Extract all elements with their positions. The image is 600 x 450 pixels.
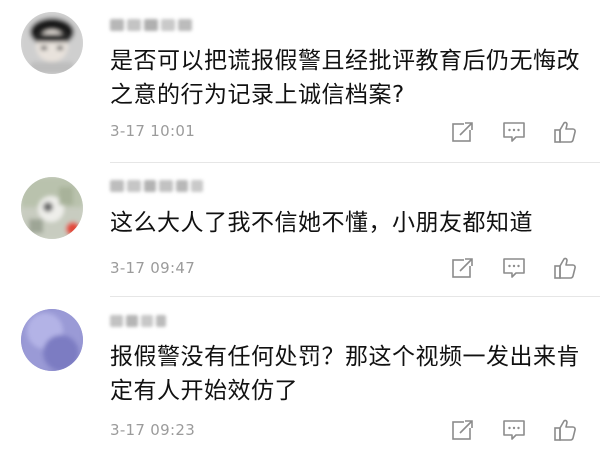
like-button[interactable] [551,255,579,281]
username-blurred[interactable] [110,313,166,328]
reply-button[interactable] [500,119,528,145]
share-button[interactable] [449,417,477,443]
comment-icon [503,122,525,142]
share-icon [452,420,474,440]
share-icon [452,122,474,142]
comment-text: 报假警没有任何处罚？那这个视频一发出来肯定有人开始效仿了 [110,344,580,404]
share-button[interactable] [449,255,477,281]
comment-timestamp: 3-17 10:01 [110,122,196,140]
reply-button[interactable] [500,255,528,281]
reply-button[interactable] [500,417,528,443]
comment-text: 这么大人了我不信她不懂，小朋友都知道 [110,210,533,236]
thumbs-up-icon [554,419,576,441]
comment-actions [449,417,579,443]
comment-item: 报假警没有任何处罚？那这个视频一发出来肯定有人开始效仿了 3-17 09:23 [0,297,600,450]
comment-item: 这么大人了我不信她不懂，小朋友都知道 3-17 09:47 [0,163,600,297]
comment-timestamp: 3-17 09:47 [110,259,196,277]
like-button[interactable] [551,119,579,145]
avatar[interactable] [21,12,83,74]
comment-text: 是否可以把谎报假警且经批评教育后仍无悔改之意的行为记录上诚信档案? [110,48,580,108]
thumbs-up-icon [554,121,576,143]
like-button[interactable] [551,417,579,443]
share-icon [452,258,474,278]
comment-timestamp: 3-17 09:23 [110,421,196,439]
avatar[interactable] [21,309,83,371]
comment-icon [503,258,525,278]
comment-feed: 是否可以把谎报假警且经批评教育后仍无悔改之意的行为记录上诚信档案? 3-17 1… [0,0,600,450]
avatar[interactable] [21,177,83,239]
comment-icon [503,420,525,440]
username-blurred[interactable] [110,178,203,193]
comment-actions [449,119,579,145]
comment-item: 是否可以把谎报假警且经批评教育后仍无悔改之意的行为记录上诚信档案? 3-17 1… [0,0,600,163]
share-button[interactable] [449,119,477,145]
thumbs-up-icon [554,257,576,279]
comment-actions [449,255,579,281]
username-blurred[interactable] [110,17,192,32]
